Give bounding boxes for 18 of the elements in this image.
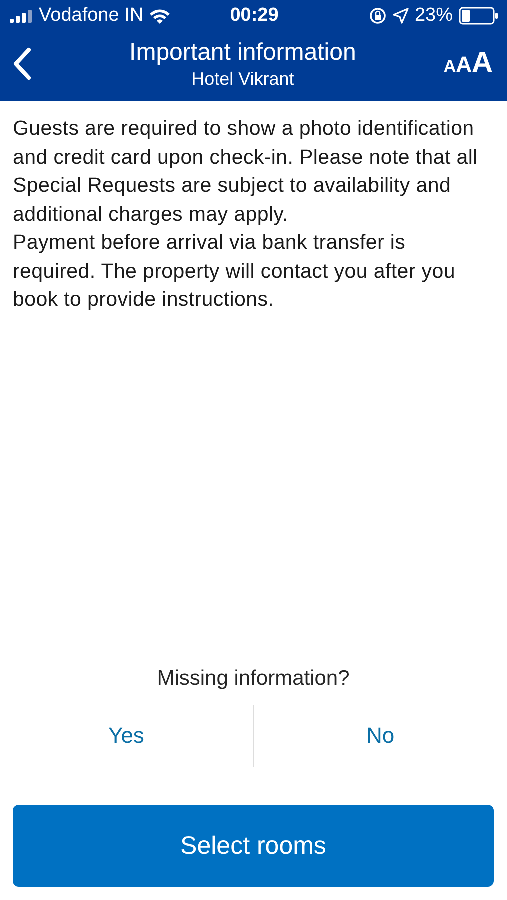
select-rooms-button[interactable]: Select rooms: [13, 805, 494, 887]
battery-icon: [459, 7, 500, 25]
info-paragraph: Guests are required to show a photo identification and credit card upon check-in. Please note that all Special Requests are subject to availability and additional charges may apply.: [13, 116, 479, 228]
page-title: Important information: [130, 38, 356, 68]
battery-percentage: 23%: [414, 5, 454, 27]
answer-button[interactable]: No: [253, 705, 507, 767]
chevron-left-icon: [12, 46, 32, 80]
info-paragraph: Payment before arrival via bank transfer is required. The property will contact you after you book to provide instructions.: [13, 230, 456, 313]
text-size-button[interactable]: AAA: [444, 47, 493, 80]
feedback-question: Missing information?: [157, 667, 350, 691]
status-time: 00:29: [230, 5, 279, 27]
rotation-lock-icon: [368, 7, 387, 25]
carrier-name: Vodafone IN: [39, 5, 144, 27]
answer-button[interactable]: Yes: [0, 705, 253, 767]
hotel-name: Hotel Vikrant: [192, 68, 294, 90]
wifi-icon: [148, 8, 171, 24]
location-icon: [392, 8, 409, 24]
signal-icon: [10, 9, 34, 23]
